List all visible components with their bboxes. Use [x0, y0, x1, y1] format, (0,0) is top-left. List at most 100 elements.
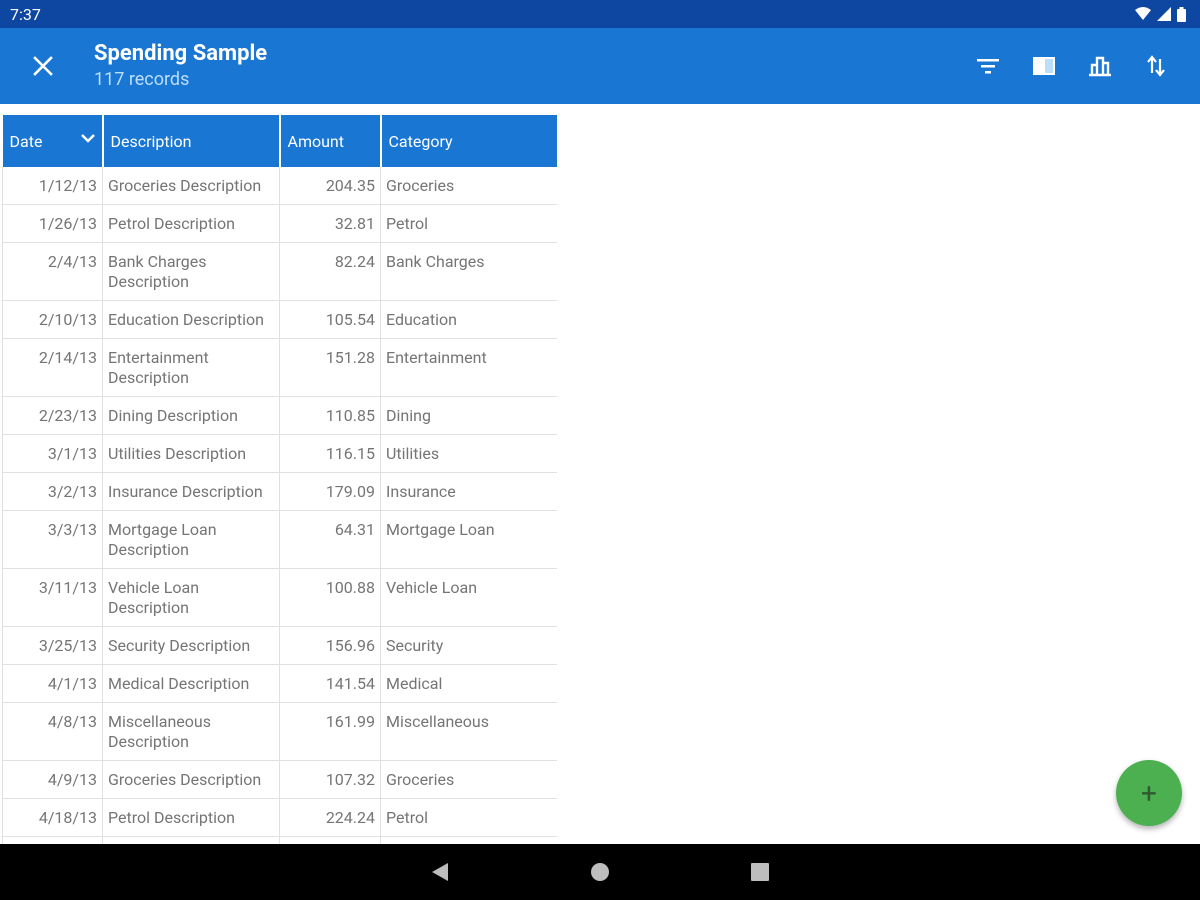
cell-description: Dining Description [102, 396, 280, 435]
table-row[interactable]: 4/8/13 Miscellaneous Description 161.99 Mis… [2, 702, 557, 761]
signal-icon [1157, 7, 1171, 21]
cell-category: Education [380, 300, 557, 339]
cell-amount: 161.99 [279, 702, 381, 761]
table-row[interactable]: 3/2/13 Insurance Description 179.09 Insuran… [2, 472, 557, 511]
navigation-bar [0, 844, 1200, 900]
cell-description: Medical Description [102, 664, 280, 703]
table-row[interactable]: 4/27/13Bank Charges Description201.64Ban… [2, 836, 557, 844]
cell-description: Entertainment Description [102, 338, 280, 397]
table-row[interactable]: 2/14/13 Entertainment Description 151.28 En… [2, 338, 557, 397]
cell-category: Security [380, 626, 557, 665]
cell-date: 4/1/13 [2, 664, 103, 703]
table-row[interactable]: 4/18/13 Petrol Description 224.24 Petrol [2, 798, 557, 837]
cell-category: Bank Charges [380, 836, 557, 844]
cell-date: 3/11/13 [2, 568, 103, 627]
back-button[interactable] [420, 852, 460, 892]
data-table-container[interactable]: Date Description Amount Category 1/12/13… [2, 115, 557, 844]
status-bar: 7:37 [0, 0, 1200, 28]
table-row[interactable]: 3/1/13 Utilities Description 116.15 Utiliti… [2, 434, 557, 473]
close-button[interactable] [0, 28, 86, 104]
cell-category: Groceries [380, 167, 557, 205]
cell-date: 3/2/13 [2, 472, 103, 511]
table-row[interactable]: 2/10/13 Education Description 105.54 Educat… [2, 300, 557, 339]
app-bar: Spending Sample 117 records [0, 28, 1200, 104]
columns-button[interactable] [1016, 38, 1072, 94]
cell-description: Security Description [102, 626, 280, 665]
add-record-button[interactable]: + [1116, 760, 1182, 826]
table-row[interactable]: 3/3/13 Mortgage Loan Description 64.31 Mort… [2, 510, 557, 569]
cell-date: 4/18/13 [2, 798, 103, 837]
cell-description: Mortgage Loan Description [102, 510, 280, 569]
cell-date: 2/10/13 [2, 300, 103, 339]
recents-button[interactable] [740, 852, 780, 892]
cell-amount: 224.24 [279, 798, 381, 837]
cell-description: Petrol Description [102, 798, 280, 837]
status-icons [1135, 6, 1186, 22]
cell-description: Petrol Description [102, 204, 280, 243]
table-row[interactable]: 1/12/13 Groceries Description 204.35 Grocer… [2, 167, 557, 205]
cell-amount: 151.28 [279, 338, 381, 397]
table-row[interactable]: 2/23/13 Dining Description 110.85 Dining [2, 396, 557, 435]
table-row[interactable]: 2/4/13 Bank Charges Description 82.24 Bank … [2, 242, 557, 301]
home-circle-icon [591, 863, 609, 881]
table-row[interactable]: 4/1/13 Medical Description 141.54 Medical [2, 664, 557, 703]
cell-amount: 105.54 [279, 300, 381, 339]
cell-amount: 201.64 [279, 836, 381, 844]
view-columns-icon [1033, 57, 1055, 75]
sort-icon [1147, 55, 1165, 77]
cell-amount: 110.85 [279, 396, 381, 435]
column-header-date[interactable]: Date [2, 115, 104, 167]
cell-description: Miscellaneous Description [102, 702, 280, 761]
chart-button[interactable] [1072, 38, 1128, 94]
table-header-row: Date Description Amount Category [2, 115, 557, 167]
column-header-label: Date [9, 131, 43, 151]
close-icon [33, 56, 53, 76]
page-title: Spending Sample [94, 41, 268, 66]
cell-amount: 82.24 [279, 242, 381, 301]
cell-category: Bank Charges [380, 242, 557, 301]
cell-category: Petrol [380, 798, 557, 837]
cell-date: 4/8/13 [2, 702, 103, 761]
cell-amount: 100.88 [279, 568, 381, 627]
column-header-description[interactable]: Description [102, 115, 281, 167]
cell-date: 4/27/13 [2, 836, 103, 844]
cell-description: Bank Charges Description [102, 836, 280, 844]
home-button[interactable] [580, 852, 620, 892]
column-header-category[interactable]: Category [380, 115, 557, 167]
cell-amount: 156.96 [279, 626, 381, 665]
cell-category: Mortgage Loan [380, 510, 557, 569]
cell-date: 2/4/13 [2, 242, 103, 301]
filter-button[interactable] [960, 38, 1016, 94]
cell-date: 3/3/13 [2, 510, 103, 569]
cell-category: Insurance [380, 472, 557, 511]
battery-icon [1177, 6, 1186, 22]
cell-category: Entertainment [380, 338, 557, 397]
table-row[interactable]: 3/25/13 Security Description 156.96 Securit… [2, 626, 557, 665]
cell-amount: 116.15 [279, 434, 381, 473]
cell-category: Petrol [380, 204, 557, 243]
cell-date: 3/25/13 [2, 626, 103, 665]
record-count: 117 records [94, 69, 190, 90]
cell-amount: 64.31 [279, 510, 381, 569]
table-row[interactable]: 1/26/13 Petrol Description 32.81 Petrol [2, 204, 557, 243]
cell-date: 2/14/13 [2, 338, 103, 397]
cell-amount: 179.09 [279, 472, 381, 511]
cell-amount: 204.35 [279, 167, 381, 205]
status-time: 7:37 [10, 4, 41, 24]
cell-date: 1/12/13 [2, 167, 103, 205]
sort-button[interactable] [1128, 38, 1184, 94]
cell-description: Education Description [102, 300, 280, 339]
recents-square-icon [751, 863, 769, 881]
column-header-amount[interactable]: Amount [279, 115, 382, 167]
cell-category: Groceries [380, 760, 557, 799]
cell-description: Groceries Description [102, 167, 280, 205]
cell-date: 4/9/13 [2, 760, 103, 799]
cell-category: Vehicle Loan [380, 568, 557, 627]
cell-date: 1/26/13 [2, 204, 103, 243]
filter-icon [977, 59, 999, 74]
table-row[interactable]: 3/11/13 Vehicle Loan Description 100.88 Veh… [2, 568, 557, 627]
chevron-down-icon [80, 134, 95, 143]
table-row[interactable]: 4/9/13 Groceries Description 107.32 Groceri… [2, 760, 557, 799]
cell-category: Medical [380, 664, 557, 703]
table-body: 1/12/13 Groceries Description 204.35 Grocer… [2, 167, 557, 844]
